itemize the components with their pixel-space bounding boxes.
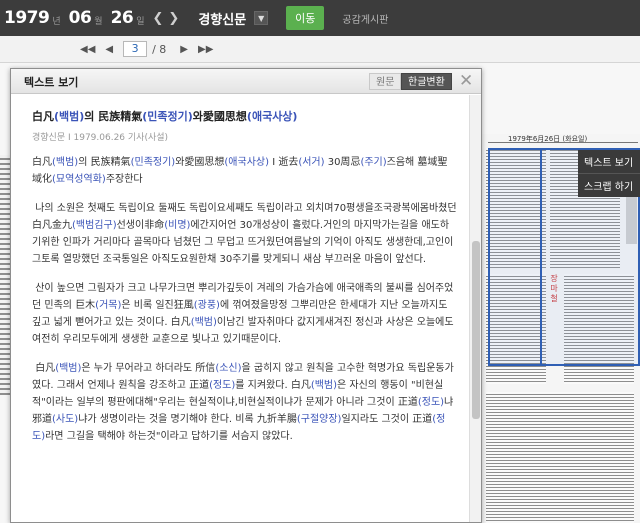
dialog-title: 텍스트 보기 xyxy=(24,76,79,89)
text-run: 선생이非命 xyxy=(116,220,165,231)
text-run: 일지라도 그것이 正道 xyxy=(341,414,433,425)
first-page-icon[interactable]: ◀◀ xyxy=(80,44,95,55)
hangul-reading: (백범) xyxy=(54,110,85,123)
next-page-icon[interactable]: ▶ xyxy=(180,44,188,55)
month-unit: 월 xyxy=(94,17,103,27)
article-title: 白凡(백범)의 民族精氣(민족정기)와愛國思想(애국사상) xyxy=(32,109,457,125)
hangul-reading: (사도) xyxy=(52,414,79,425)
hangul-reading: (애국사상) xyxy=(224,157,270,168)
hangul-reading: (민족정기) xyxy=(142,110,193,123)
scrollbar-thumb[interactable] xyxy=(472,241,480,419)
scan-text-block xyxy=(486,392,634,523)
article-body: 白凡(백범)의 民族精氣(민족정기)와愛國思想(애국사상) 경향신문 I 197… xyxy=(11,95,469,522)
article-paragraph: 산이 높으면 그림자가 크고 나무가크면 뿌리가깊듯이 겨레의 가슴가슴에 애국… xyxy=(32,280,457,348)
context-menu: 텍스트 보기 스크랩 하기 xyxy=(578,150,640,197)
hangul-reading: (구절양장) xyxy=(296,414,342,425)
page-navigator: ◀◀ ◀ 3 / 8 ▶ ▶▶ xyxy=(0,36,640,63)
text-view-dialog: 텍스트 보기 원문 한글변환 ✕ 白凡(백범)의 民族精氣(민족정기)와愛國思想… xyxy=(10,68,482,523)
hangul-reading: 도) xyxy=(32,431,46,442)
article-selection-divider xyxy=(540,148,542,366)
top-navigation-bar: 1979 년 06 월 26 일 ❮ ❯ 경향신문 ▼ 이동 공감게시판 xyxy=(0,0,640,36)
day-unit: 일 xyxy=(136,17,145,27)
menu-item-scrap[interactable]: 스크랩 하기 xyxy=(578,173,640,197)
hangul-reading: (정 xyxy=(432,414,446,425)
article-paragraph: 나의 소원은 첫째도 독립이요 둘째도 독립이요세째도 독립이라고 외치며70평… xyxy=(32,200,457,268)
text-run: 의 民族精氣 xyxy=(78,157,131,168)
hangul-reading: (백범) xyxy=(52,157,79,168)
hangul-reading: (정도) xyxy=(209,380,236,391)
chevron-left-icon[interactable]: ❮ xyxy=(153,11,164,26)
text-run: 의 民族精氣 xyxy=(84,110,143,123)
scrollbar[interactable] xyxy=(469,95,481,522)
text-run: 은 비록 일진狂風 xyxy=(121,300,194,311)
hangul-reading: (거목) xyxy=(95,300,122,311)
text-run: 白凡 xyxy=(35,363,56,374)
total-pages: / 8 xyxy=(152,42,167,56)
text-run: 주장한다 xyxy=(105,174,143,185)
hangul-reading: (소신) xyxy=(215,363,242,374)
hangul-reading: (백범김구) xyxy=(72,220,117,231)
article-meta: 경향신문 I 1979.06.26 기사(사설) xyxy=(32,133,169,143)
hangul-reading: (주기) xyxy=(360,157,387,168)
text-run: 라면 그길을 택해야 하는것"이라고 답하기를 서슴지 않았다. xyxy=(45,431,293,442)
text-run: 와愛國思想 xyxy=(192,110,247,123)
month-value[interactable]: 06 xyxy=(69,8,92,28)
text-run: 와愛國思想 xyxy=(175,157,225,168)
hangul-reading: (정도) xyxy=(417,397,445,408)
text-run: 를 지켜왔다. 白凡 xyxy=(235,380,311,391)
day-value[interactable]: 26 xyxy=(111,8,134,28)
article-subtitle: 白凡(백범)의 民族精氣(민족정기)와愛國思想(애국사상) I 逝去(서거) 3… xyxy=(32,154,457,188)
prev-page-icon[interactable]: ◀ xyxy=(105,44,113,55)
text-run: 30周忌 xyxy=(324,157,361,168)
chevron-right-icon[interactable]: ❯ xyxy=(168,11,179,26)
year-value[interactable]: 1979 xyxy=(4,8,50,28)
hangul-reading: (묘역성역화) xyxy=(52,174,106,185)
hangul-reading: (서거) xyxy=(298,157,325,168)
text-run: I 逝去 xyxy=(269,157,299,168)
hangul-reading: (백범) xyxy=(310,380,338,391)
article-paragraph: 白凡(백범)은 누가 무어라고 하더라도 所信(소신)을 굽히지 않고 원칙을 … xyxy=(32,360,457,445)
year-unit: 년 xyxy=(52,17,61,27)
hangul-reading: (광풍) xyxy=(193,300,220,311)
article-paragraphs: 나의 소원은 첫째도 독립이요 둘째도 독립이요세째도 독립이라고 외치며70평… xyxy=(32,200,457,445)
text-run: 白凡 xyxy=(32,157,52,168)
text-run: 白凡 xyxy=(32,110,54,123)
text-run: 은 누가 무어라고 하더라도 所信 xyxy=(81,363,216,374)
scan-header: 1979年6月26日 (화요일) xyxy=(488,134,638,143)
go-button[interactable]: 이동 xyxy=(286,6,325,30)
hangul-reading: (백범) xyxy=(55,363,82,374)
newspaper-select[interactable]: 경향신문 xyxy=(198,9,246,28)
close-icon[interactable]: ✕ xyxy=(459,71,473,91)
tab-original[interactable]: 원문 xyxy=(369,73,402,90)
menu-item-text-view[interactable]: 텍스트 보기 xyxy=(578,150,640,173)
dropdown-arrow-icon[interactable]: ▼ xyxy=(254,11,269,25)
current-page-input[interactable]: 3 xyxy=(123,41,148,57)
hangul-reading: (비명) xyxy=(164,220,191,231)
last-page-icon[interactable]: ▶▶ xyxy=(198,44,213,55)
hangul-reading: (백범) xyxy=(190,317,217,328)
board-link[interactable]: 공감게시판 xyxy=(342,11,388,26)
hangul-reading: (애국사상) xyxy=(246,110,298,123)
hangul-reading: (민족정기) xyxy=(130,157,176,168)
dialog-header: 텍스트 보기 원문 한글변환 ✕ xyxy=(11,69,481,94)
tab-hangul-conversion[interactable]: 한글변환 xyxy=(401,73,452,90)
text-run: 냐가 생명이라는 것을 명기해야 한다. 비록 九折羊腸 xyxy=(78,414,297,425)
